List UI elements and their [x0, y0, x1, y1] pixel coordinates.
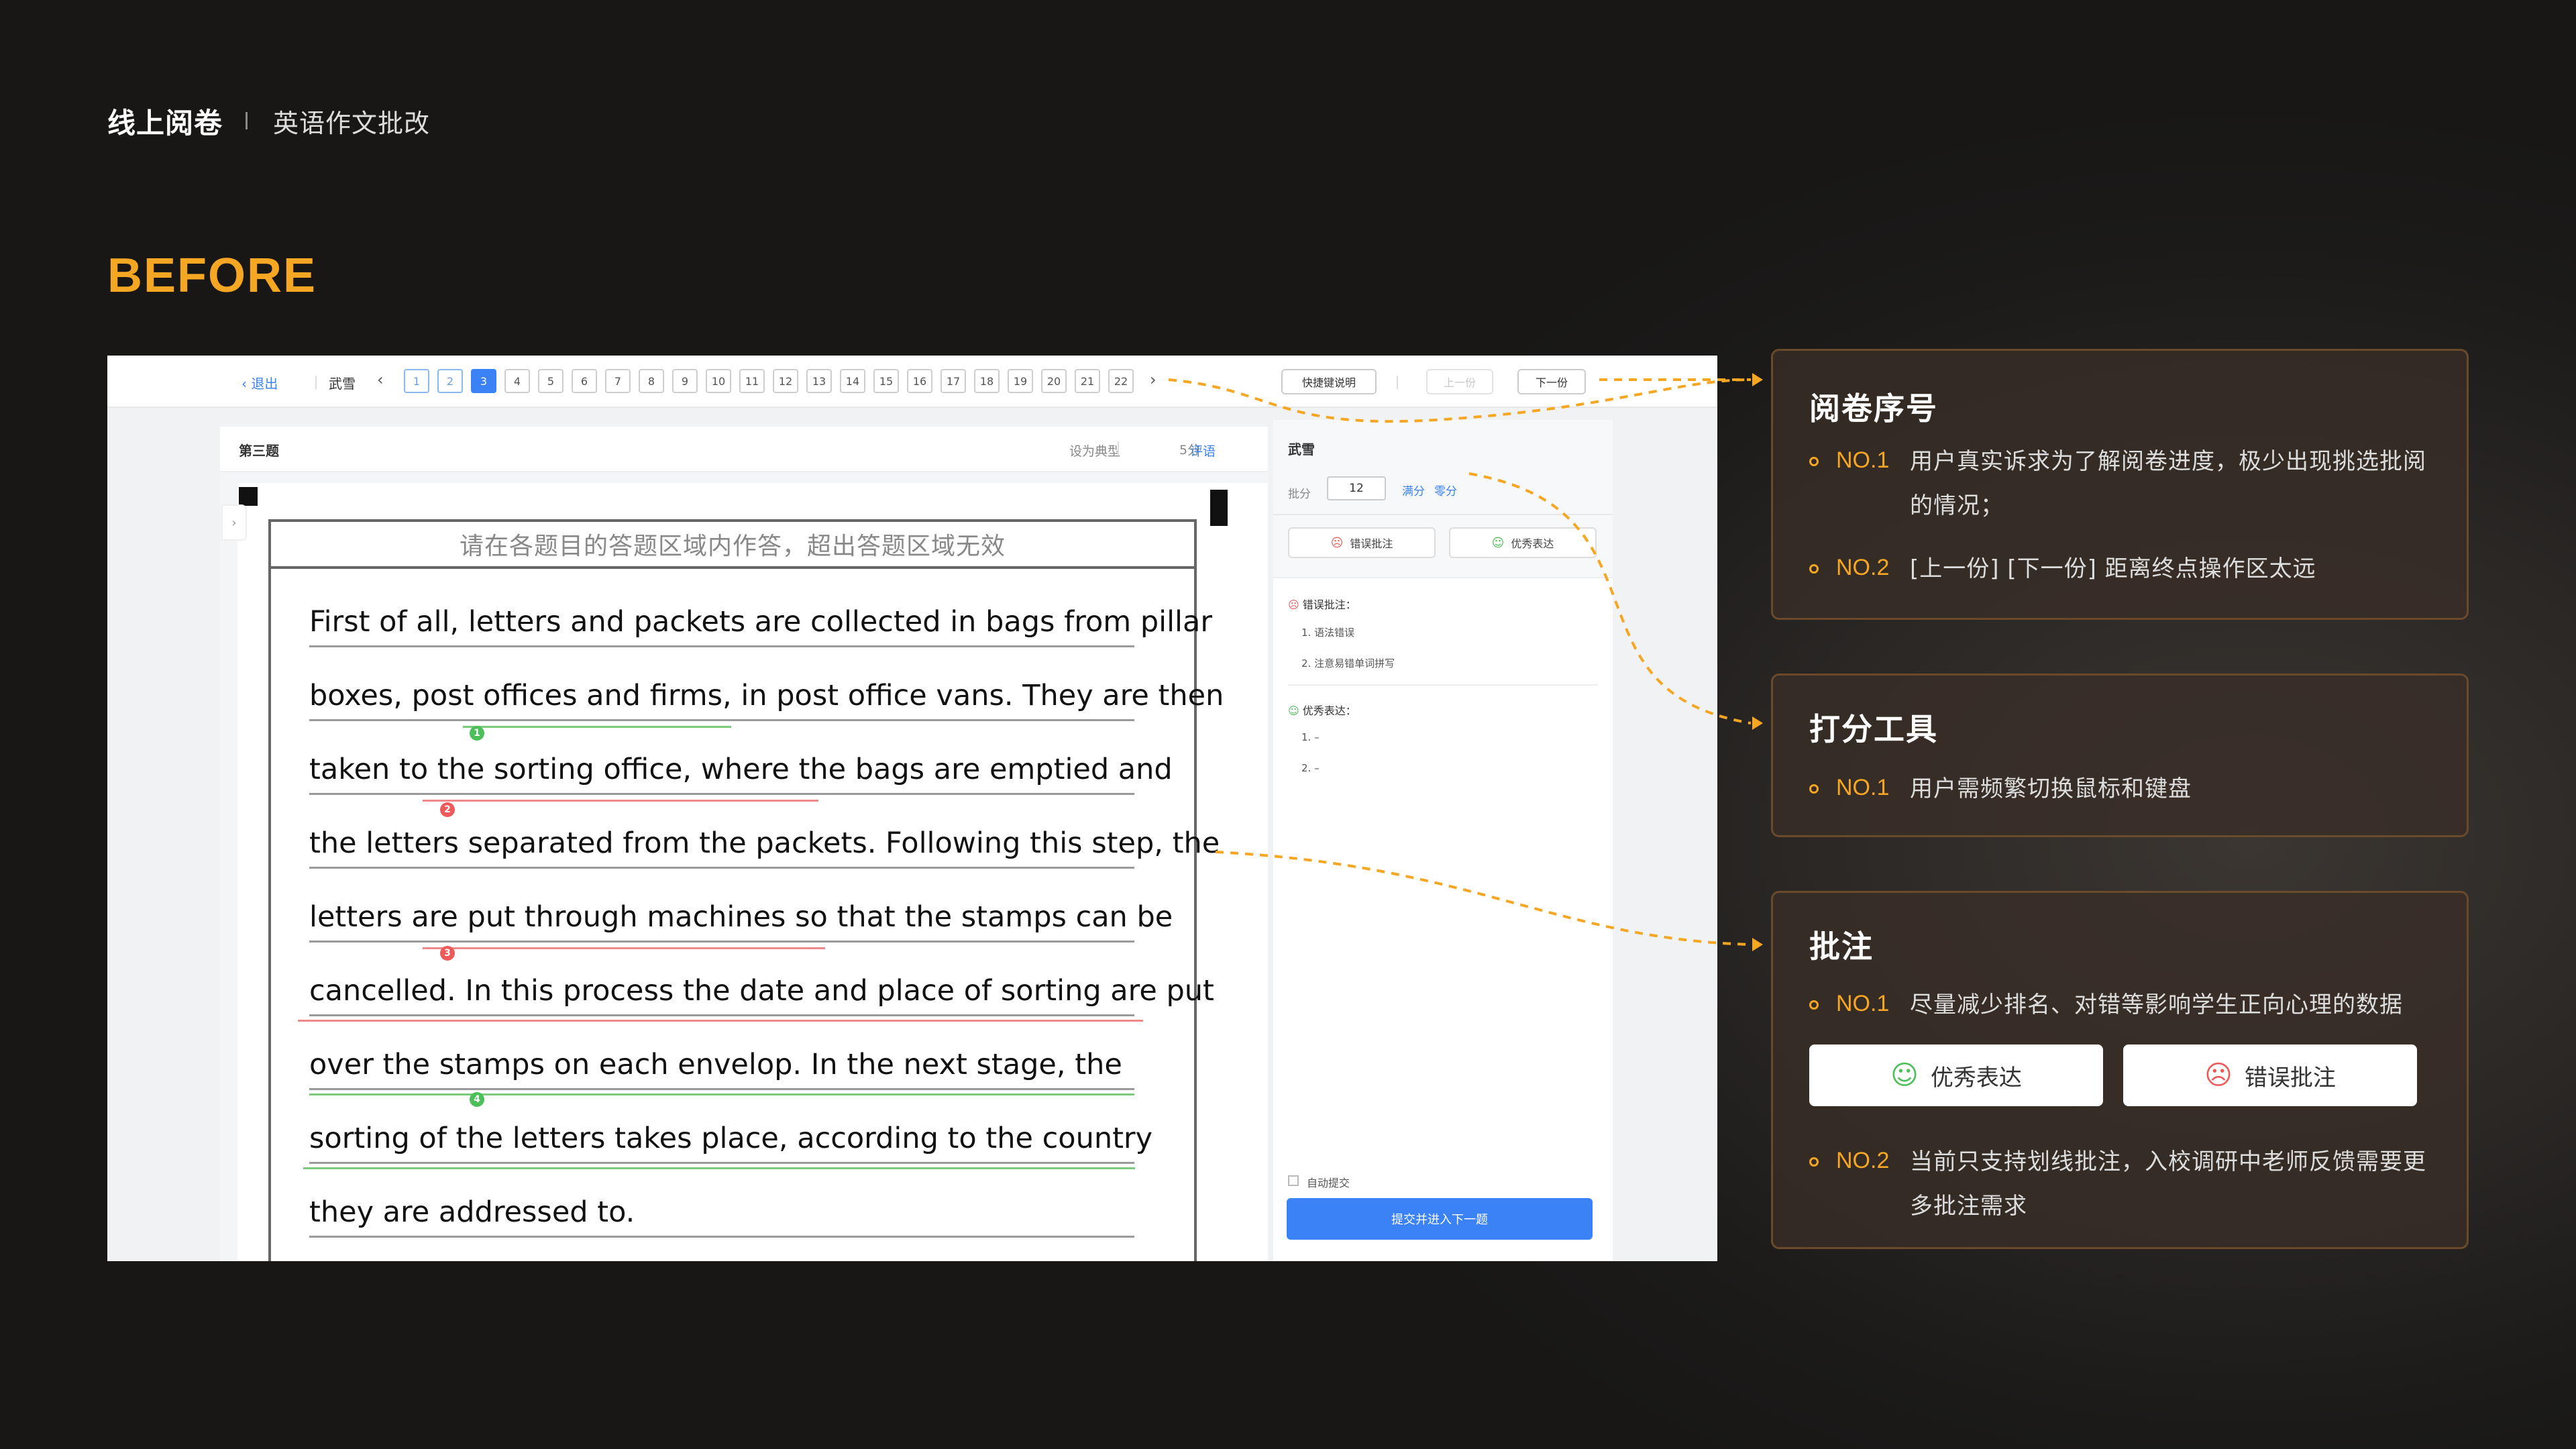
item-text: 当前只支持划线批注，入校调研中老师反馈需要更多批注需求 — [1910, 1148, 2426, 1220]
item-text: [上一份] [下一份] 距离终点操作区太远 — [1910, 555, 2316, 582]
card-scoring-tool: 打分工具 NO.1 用户需频繁切换鼠标和键盘 — [1771, 674, 2469, 837]
frown-icon: ☹ — [2204, 1060, 2233, 1091]
item-text: 用户需频繁切换鼠标和键盘 — [1910, 775, 2192, 802]
bullet-icon — [1809, 457, 1819, 466]
arrow-head — [1752, 716, 1763, 730]
button-label: 优秀表达 — [1930, 1064, 2022, 1091]
item-text: 尽量减少排名、对错等影响学生正向心理的数据 — [1910, 991, 2403, 1018]
item-number: NO.1 — [1836, 447, 1890, 473]
card-grading-sequence: 阅卷序号 NO.1 用户真实诉求为了解阅卷进度，极少出现挑选批阅的情况； NO.… — [1771, 349, 2469, 620]
item-number: NO.2 — [1836, 555, 1890, 580]
arrow-head — [1752, 373, 1763, 386]
connector-toolbar — [1168, 378, 1752, 423]
good-expression-button[interactable]: ☺ 优秀表达 — [1809, 1044, 2103, 1106]
error-annotation-button[interactable]: ☹ 错误批注 — [2123, 1044, 2417, 1106]
item-number: NO.1 — [1836, 991, 1890, 1016]
item-number: NO.1 — [1836, 775, 1890, 800]
bullet-icon — [1809, 784, 1819, 794]
bullet-icon — [1809, 1157, 1819, 1167]
card-annotation: 批注 NO.1 尽量减少排名、对错等影响学生正向心理的数据 ☺ 优秀表达 ☹ 错误批… — [1771, 891, 2469, 1249]
item-text: 用户真实诉求为了解阅卷进度，极少出现挑选批阅的情况； — [1910, 448, 2426, 519]
connector-score — [1468, 472, 1752, 724]
item-number: NO.2 — [1836, 1148, 1890, 1173]
card-title: 打分工具 — [1809, 711, 1938, 747]
connector-annotation — [1215, 851, 1752, 946]
card-title: 批注 — [1809, 928, 1874, 965]
arrow-head — [1752, 938, 1763, 951]
bullet-icon — [1809, 1000, 1819, 1010]
smile-icon: ☺ — [1890, 1060, 1919, 1091]
bullet-icon — [1809, 564, 1819, 574]
card-title: 阅卷序号 — [1809, 390, 1938, 427]
button-label: 错误批注 — [2244, 1064, 2336, 1091]
